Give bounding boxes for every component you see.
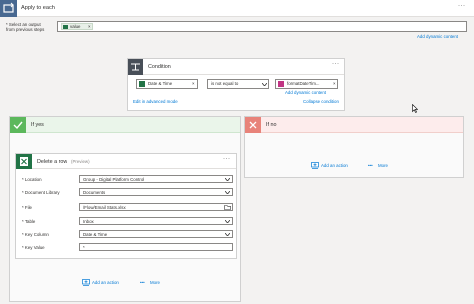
condition-add-dynamic-link[interactable]: Add dynamic content	[285, 90, 326, 95]
file-label: * File	[22, 205, 33, 210]
add-dynamic-content-link[interactable]: Add dynamic content	[417, 34, 458, 39]
chevron-down-icon	[225, 178, 230, 181]
no-add-action-label: Add an action	[321, 163, 348, 168]
more-dots-icon: •••	[140, 280, 145, 285]
date-time-token: Date & Time	[148, 81, 173, 86]
if-yes-label: If yes	[31, 122, 44, 128]
edit-advanced-mode-link[interactable]: Edit in advanced mode	[133, 99, 178, 104]
condition-icon	[128, 59, 143, 75]
select-output-field[interactable]: value ×	[57, 21, 467, 32]
condition-left-operand[interactable]: Date & Time ×	[136, 79, 198, 89]
condition-header[interactable]: Condition ···	[128, 59, 344, 75]
expression-icon	[278, 81, 284, 87]
table-label: * Table	[22, 219, 36, 224]
excel-icon	[139, 81, 145, 87]
document-library-dropdown[interactable]: Documents	[79, 188, 233, 196]
condition-more-button[interactable]: ···	[332, 61, 340, 67]
add-action-icon	[82, 279, 90, 286]
if-no-header[interactable]: If no	[245, 117, 463, 133]
delete-row-more-button[interactable]: ···	[223, 156, 231, 162]
close-icon	[245, 117, 261, 133]
key-column-dropdown[interactable]: Date & Time	[79, 230, 233, 238]
value-token[interactable]: value ×	[61, 23, 93, 30]
mouse-cursor-icon	[412, 104, 418, 113]
if-no-label: If no	[266, 122, 277, 128]
add-action-icon	[311, 162, 319, 169]
chevron-down-icon	[262, 83, 267, 86]
document-library-label: * Document Library	[22, 190, 60, 195]
condition-title: Condition	[148, 64, 171, 70]
location-value: Group - Digital Platform Control	[83, 177, 145, 182]
chevron-down-icon	[225, 191, 230, 194]
condition-card: Condition ··· Date & Time × is not equal…	[127, 58, 345, 111]
value-token-label: value	[70, 24, 81, 29]
excel-icon	[16, 154, 32, 169]
key-column-label: * Key Column	[22, 232, 49, 237]
apply-more-button[interactable]: ···	[458, 3, 466, 9]
chevron-down-icon	[225, 233, 230, 236]
check-icon	[10, 117, 26, 133]
operator-value: is not equal to	[211, 81, 239, 86]
location-label: * Location	[22, 177, 42, 182]
excel-icon	[63, 25, 68, 29]
if-yes-panel: If yes Delete a row (Preview) ··· * Loca…	[9, 116, 241, 302]
key-value-label: * Key Value	[22, 245, 45, 250]
document-library-value: Documents	[83, 190, 106, 195]
key-column-value: Date & Time	[83, 232, 108, 237]
folder-icon[interactable]	[224, 205, 231, 210]
remove-token-icon[interactable]: ×	[88, 24, 91, 29]
select-output-label: * Select an output from previous steps	[6, 22, 45, 32]
table-value: Inbox	[83, 219, 94, 224]
no-add-action-button[interactable]: Add an action	[311, 162, 361, 170]
no-more-label: More	[378, 163, 389, 168]
key-value-text: *	[83, 245, 85, 250]
remove-token-icon[interactable]: ×	[333, 81, 336, 86]
remove-token-icon[interactable]: ×	[192, 81, 195, 86]
chevron-down-icon	[225, 220, 230, 223]
file-picker[interactable]: /Flow/Email Stats.xlsx	[79, 203, 233, 211]
key-value-input[interactable]: *	[79, 243, 233, 251]
delete-row-header[interactable]: Delete a row (Preview) ···	[16, 154, 236, 169]
collapse-condition-link[interactable]: Collapse condition	[303, 99, 339, 104]
preview-badge: (Preview)	[71, 159, 90, 164]
delete-row-card: Delete a row (Preview) ··· * Location Gr…	[15, 153, 237, 259]
yes-more-label: More	[150, 280, 161, 285]
operator-dropdown[interactable]: is not equal to	[207, 79, 269, 89]
more-dots-icon: •••	[368, 163, 373, 168]
if-yes-header[interactable]: If yes	[10, 117, 240, 133]
loop-icon	[0, 0, 17, 17]
yes-add-action-button[interactable]: Add an action	[82, 279, 132, 287]
if-no-panel: If no Add an action ••• More	[244, 116, 464, 178]
file-value: /Flow/Email Stats.xlsx	[83, 205, 126, 210]
condition-right-operand[interactable]: formatDateTim... ×	[275, 79, 338, 89]
apply-to-each-header[interactable]: Apply to each ···	[0, 0, 474, 17]
delete-row-title: Delete a row	[37, 159, 68, 165]
table-dropdown[interactable]: Inbox	[79, 217, 233, 225]
location-dropdown[interactable]: Group - Digital Platform Control	[79, 175, 233, 183]
yes-add-action-label: Add an action	[92, 280, 119, 285]
format-date-token: formatDateTim...	[287, 81, 320, 86]
apply-to-each-title: Apply to each	[21, 5, 55, 11]
